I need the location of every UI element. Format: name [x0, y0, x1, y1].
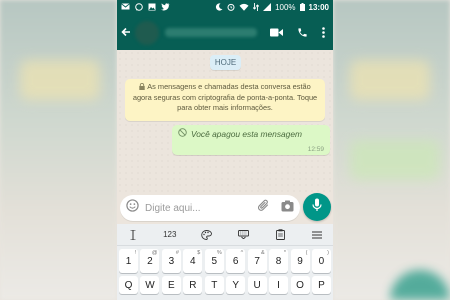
lock-icon — [139, 82, 145, 93]
key-label: 6 — [232, 255, 239, 267]
key-9[interactable]: 9( — [290, 249, 310, 273]
conversation-area[interactable]: HOJE As mensagens e chamadas desta conve… — [117, 50, 333, 193]
clipboard-icon[interactable] — [270, 229, 290, 240]
whatsapp-icon — [135, 2, 143, 13]
key-r[interactable]: R — [183, 276, 203, 294]
emoji-icon[interactable] — [126, 199, 139, 217]
gallery-icon — [148, 3, 156, 13]
message-input-container — [120, 195, 300, 221]
key-q[interactable]: Q — [119, 276, 138, 294]
palette-icon[interactable] — [197, 229, 217, 240]
key-alt-label: $ — [197, 250, 201, 256]
blurred-background-left — [0, 0, 117, 300]
more-vert-icon[interactable] — [322, 27, 325, 38]
outgoing-message-bubble[interactable]: Você apagou esta mensagem 12:59 — [172, 125, 330, 155]
key-label: 3 — [168, 255, 175, 267]
deleted-message-icon — [178, 128, 187, 139]
contact-avatar[interactable] — [135, 20, 159, 45]
signal-icon — [263, 2, 272, 13]
key-7[interactable]: 7 & — [247, 249, 267, 273]
keyboard: 123 1! 2@ 3# 4$ 5% 6^ 7& 8* 9( 0) — [117, 224, 333, 300]
back-arrow-icon[interactable] — [121, 25, 133, 40]
video-call-icon[interactable] — [270, 28, 283, 37]
paperclip-icon[interactable] — [258, 199, 270, 217]
key-alt-label: & — [260, 250, 265, 256]
key-y[interactable]: Y — [226, 276, 246, 294]
key-0[interactable]: 0) — [311, 249, 331, 273]
key-u[interactable]: U — [247, 276, 267, 294]
phone-call-icon[interactable] — [297, 27, 308, 38]
key-alt-label: ! — [134, 250, 136, 256]
key-label: 2 — [147, 255, 153, 267]
deleted-message-text: Você apagou esta mensagem — [191, 128, 302, 139]
key-label: 4 — [190, 255, 196, 267]
status-time: 13:00 — [308, 3, 329, 12]
key-o[interactable]: O — [290, 276, 310, 294]
letter-row: Q W E R T Y U I O P — [117, 276, 333, 294]
key-alt-label: ( — [305, 250, 308, 256]
encryption-notice[interactable]: As mensagens e chamadas desta conversa e… — [125, 79, 325, 121]
data-icon — [252, 2, 260, 13]
key-5[interactable]: 5% — [204, 249, 224, 273]
number-row: 1! 2 @ 3 # 4 $ 5% 6 ^ 7 & 8 * 9( 0) — [117, 249, 333, 273]
key-label: 5 — [211, 255, 218, 267]
mic-icon — [312, 198, 322, 217]
date-chip: HOJE — [210, 55, 241, 70]
keyboard-menu-icon[interactable] — [307, 231, 327, 239]
key-6[interactable]: 6 ^ — [226, 249, 246, 273]
message-input[interactable] — [145, 202, 258, 214]
key-2[interactable]: 2 @ — [140, 249, 160, 273]
key-alt-label: @ — [151, 250, 158, 256]
key-label: 8 — [275, 255, 282, 267]
key-8[interactable]: 8 * — [269, 249, 289, 273]
battery-icon — [299, 2, 305, 13]
keyboard-switch-icon[interactable] — [233, 230, 253, 239]
key-alt-label: ) — [327, 250, 329, 256]
camera-icon[interactable] — [281, 199, 294, 217]
key-3[interactable]: 3 # — [161, 249, 181, 273]
key-4[interactable]: 4 $ — [183, 249, 203, 273]
wifi-icon — [239, 3, 249, 13]
key-t[interactable]: T — [204, 276, 224, 294]
chat-header — [117, 15, 333, 50]
message-composer — [117, 193, 333, 224]
key-alt-label: # — [175, 250, 179, 256]
key-label: 9 — [297, 255, 303, 267]
key-alt-label: ^ — [240, 250, 244, 256]
blurred-notice-right — [350, 60, 430, 100]
moon-icon — [215, 2, 223, 13]
status-bar: 100% 13:00 — [117, 0, 333, 15]
key-alt-label: * — [283, 250, 287, 256]
key-i[interactable]: I — [269, 276, 289, 294]
text-cursor-icon[interactable] — [123, 229, 143, 240]
mail-icon — [121, 3, 130, 12]
alarm-icon — [227, 3, 235, 13]
key-e[interactable]: E — [161, 276, 181, 294]
message-time: 12:59 — [307, 146, 324, 153]
key-label: 7 — [254, 255, 260, 267]
twitter-icon — [161, 2, 170, 13]
key-label: 0 — [318, 255, 325, 267]
contact-name-redacted[interactable] — [165, 28, 257, 37]
battery-percent: 100% — [275, 3, 296, 12]
mic-button[interactable] — [303, 193, 331, 221]
keyboard-toolbar: 123 — [117, 224, 333, 246]
key-label: 1 — [125, 255, 132, 267]
blurred-bubble-right — [350, 140, 440, 180]
numbers-key[interactable]: 123 — [160, 230, 180, 239]
key-alt-label: % — [216, 250, 222, 256]
blurred-notice-left — [20, 60, 100, 100]
key-1[interactable]: 1! — [119, 249, 138, 273]
key-p[interactable]: P — [311, 276, 331, 294]
encryption-notice-text: As mensagens e chamadas desta conversa e… — [132, 82, 318, 112]
key-w[interactable]: W — [140, 276, 160, 294]
phone-screen: 100% 13:00 HOJE As mensagens e chamadas … — [117, 0, 333, 300]
